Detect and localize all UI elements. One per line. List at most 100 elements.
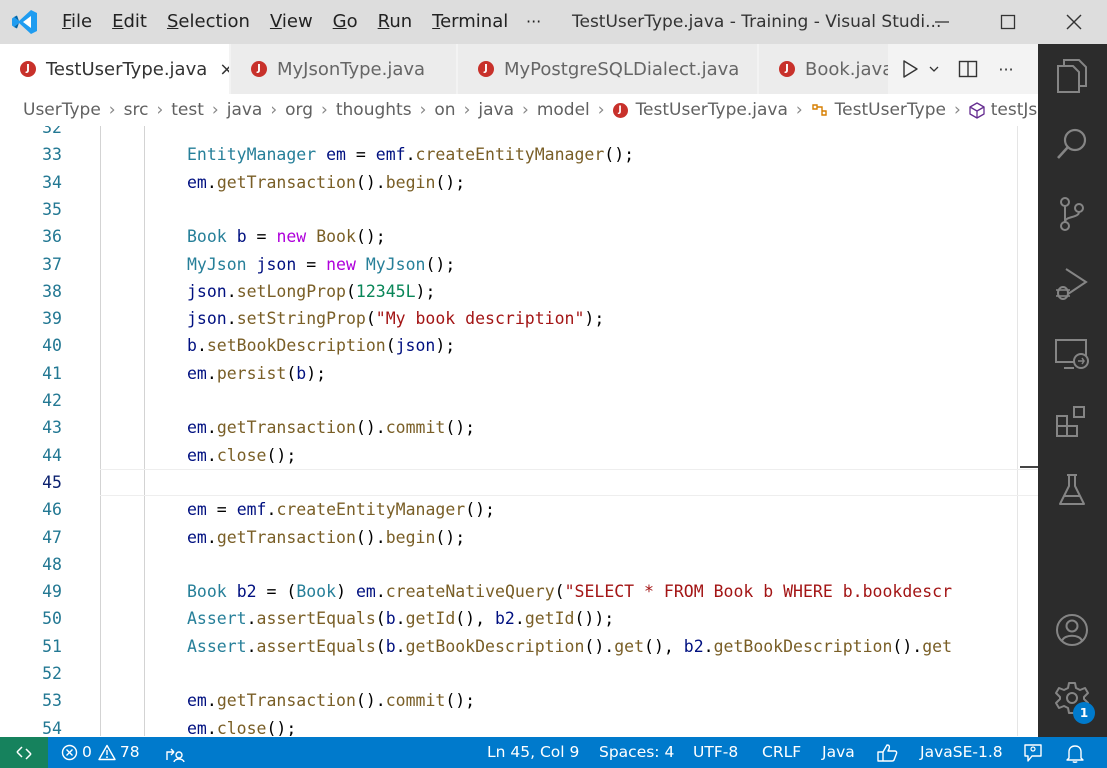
editor-more-actions[interactable]: ··· [992, 44, 1020, 94]
split-editor-icon[interactable] [955, 44, 981, 94]
accounts-icon[interactable] [1052, 610, 1092, 650]
menu-label-rest: un [389, 11, 413, 32]
code-token: ) [336, 582, 356, 602]
extensions-icon[interactable] [1052, 402, 1092, 442]
tab-testusertype[interactable]: J TestUserType.java × [0, 44, 230, 94]
code-token: close [216, 445, 267, 465]
breadcrumb-item[interactable]: java [227, 100, 263, 120]
code-line[interactable]: em = emf.createEntityManager(); [187, 496, 495, 523]
menu-label-rest: erminal [440, 11, 509, 32]
code-token: createEntityManager [415, 145, 605, 165]
breadcrumb-item[interactable]: on [434, 100, 455, 120]
testing-icon[interactable] [1052, 470, 1092, 510]
code-token: MyJson [187, 254, 247, 274]
code-line[interactable]: json.setLongProp(12345L); [187, 278, 435, 305]
cursor-position[interactable]: Ln 45, Col 9 [487, 737, 579, 768]
code-token: = ( [256, 582, 297, 602]
breadcrumb-item[interactable]: java [478, 100, 514, 120]
chevron-right-icon: › [108, 100, 116, 120]
code-line[interactable]: Assert.assertEquals(b.getId(), b2.getId(… [187, 605, 614, 632]
breadcrumb-item[interactable]: UserType [23, 100, 101, 120]
code-line[interactable]: Assert.assertEquals(b.getBookDescription… [187, 633, 952, 660]
code-line[interactable]: em.getTransaction().begin(); [187, 524, 465, 551]
code-token: new [276, 227, 307, 247]
menu-edit[interactable]: Edit [102, 0, 157, 44]
code-token: new [326, 254, 356, 274]
tab-label: TestUserType.java [46, 58, 208, 80]
code-line[interactable]: json.setStringProp("My book description"… [187, 305, 604, 332]
breadcrumb-item[interactable]: thoughts [336, 100, 412, 120]
breadcrumb-item[interactable]: model [537, 100, 590, 120]
menu-view[interactable]: View [260, 0, 323, 44]
tab-mypostgresqldialect[interactable]: J MyPostgreSQLDialect.java [458, 44, 758, 94]
maximize-icon[interactable] [975, 0, 1041, 44]
language-mode[interactable]: Java [822, 737, 855, 768]
chevron-right-icon: › [953, 100, 961, 120]
code-line[interactable]: em.persist(b); [187, 360, 326, 387]
tab-book[interactable]: J Book.java [759, 44, 889, 94]
breadcrumb-item[interactable]: org [285, 100, 313, 120]
run-debug-icon[interactable] [1052, 264, 1092, 304]
line-number: 34 [42, 172, 62, 192]
run-icon[interactable] [897, 44, 923, 94]
code-line[interactable]: b.setBookDescription(json); [187, 332, 455, 359]
remote-explorer-icon[interactable] [1052, 334, 1092, 374]
source-control-icon[interactable] [1052, 194, 1092, 234]
tab-close-icon[interactable]: × [219, 59, 229, 80]
menu-run[interactable]: Run [368, 0, 423, 44]
code-token: = [246, 227, 277, 247]
explorer-icon[interactable] [1052, 56, 1092, 96]
menu-terminal[interactable]: Terminal [422, 0, 518, 44]
indentation-status[interactable]: Spaces: 4 [599, 737, 674, 768]
code-line[interactable]: em.close(); [187, 715, 296, 736]
code-line[interactable]: em.getTransaction().begin(); [187, 169, 465, 196]
encoding-status[interactable]: UTF-8 [693, 737, 738, 768]
menu-selection[interactable]: Selection [157, 0, 260, 44]
code-line[interactable]: MyJson json = new MyJson(); [187, 251, 455, 278]
line-number: 52 [42, 664, 62, 683]
code-line[interactable]: em.getTransaction().commit(); [187, 687, 475, 714]
code-line[interactable]: Book b = new Book(); [187, 223, 386, 250]
code-line[interactable]: EntityManager em = emf.createEntityManag… [187, 141, 634, 168]
java-version-status[interactable]: JavaSE-1.8 [920, 737, 1003, 768]
menu-go[interactable]: Go [323, 0, 368, 44]
tab-myjsontype[interactable]: J MyJsonType.java [231, 44, 457, 94]
menu-file[interactable]: File [52, 0, 102, 44]
scrollbar-position-marker[interactable] [1020, 465, 1038, 468]
code-token: (); [445, 418, 476, 438]
problems-status[interactable]: 0 78 [61, 737, 140, 768]
code-token: json [187, 309, 227, 329]
code-token: ( [375, 636, 386, 656]
code-line[interactable]: em.getTransaction().commit(); [187, 414, 475, 441]
menu-more[interactable]: ··· [516, 0, 551, 44]
code-token: . [206, 718, 217, 736]
code-token: json [395, 336, 436, 356]
remote-icon[interactable] [0, 737, 48, 768]
close-icon[interactable] [1041, 0, 1107, 44]
menu-label-rest: ile [71, 11, 93, 32]
code-token: b [236, 227, 247, 247]
code-line[interactable]: em.close(); [187, 442, 296, 469]
breadcrumb-method[interactable]: testJso [969, 100, 1038, 120]
feedback-icon[interactable] [876, 737, 898, 768]
code-token: commit [385, 691, 446, 711]
code-line[interactable]: Book b2 = (Book) em.createNativeQuery("S… [187, 578, 952, 605]
code-editor[interactable]: 32 33 34 35 36 37 38 39 40 41 42 43 44 45 46 47 48 49 50 51… [0, 126, 1038, 736]
chevron-right-icon: › [795, 100, 803, 120]
code-token: ); [415, 281, 436, 301]
breadcrumb-item[interactable]: src [124, 100, 149, 120]
breadcrumb-class[interactable]: TestUserType [811, 100, 946, 120]
minimize-icon[interactable] [909, 0, 975, 44]
breadcrumb-item[interactable]: test [171, 100, 204, 120]
eol-status[interactable]: CRLF [762, 737, 801, 768]
breadcrumb-file[interactable]: J TestUserType.java [612, 100, 788, 120]
code-token: ( [554, 582, 565, 602]
notifications-bell-icon[interactable] [1066, 737, 1084, 768]
run-dropdown-chevron-icon[interactable] [925, 44, 943, 94]
tweet-feedback-icon[interactable] [1023, 737, 1043, 768]
live-share-icon[interactable] [164, 737, 186, 768]
search-icon[interactable] [1052, 124, 1092, 164]
